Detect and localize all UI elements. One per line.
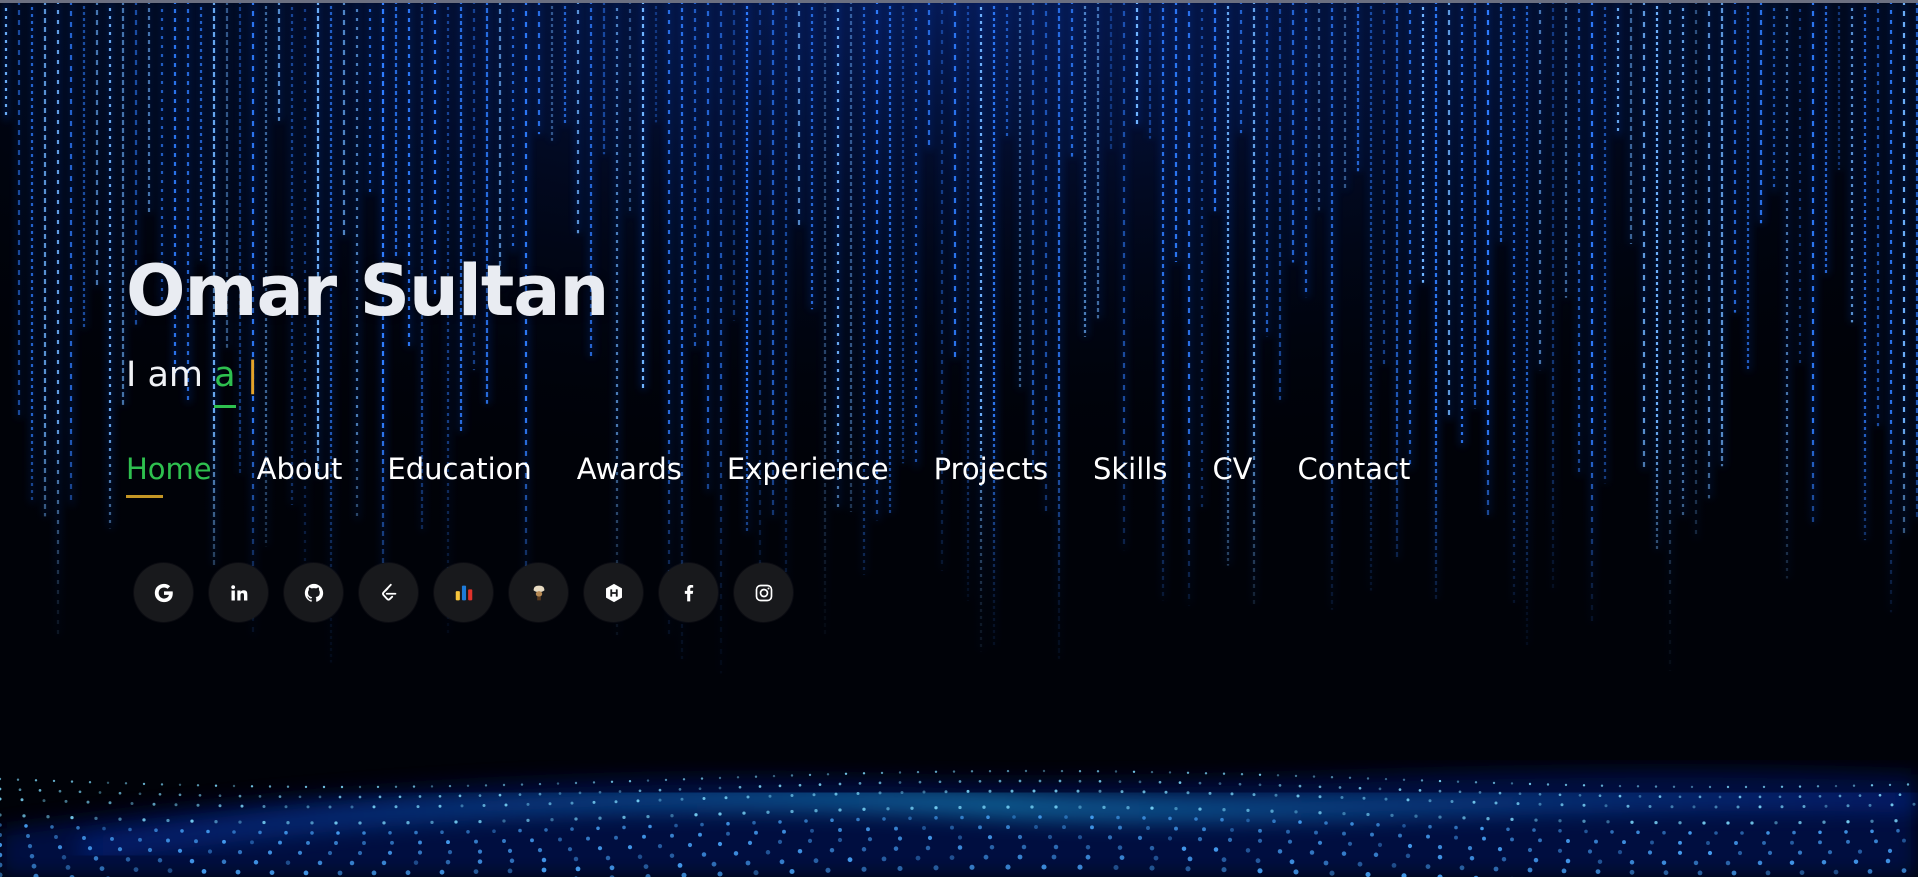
facebook-link[interactable] — [659, 563, 718, 622]
nav-home[interactable]: Home — [126, 452, 212, 498]
github-link[interactable] — [284, 563, 343, 622]
nav-experience[interactable]: Experience — [727, 452, 889, 498]
nav-projects[interactable]: Projects — [934, 452, 1048, 498]
top-border — [0, 0, 1918, 3]
nav-awards[interactable]: Awards — [577, 452, 682, 498]
linkedin-icon — [230, 584, 247, 600]
nav-education[interactable]: Education — [387, 452, 531, 498]
hero-name: Omar Sultan — [126, 250, 609, 332]
google-link[interactable] — [134, 563, 193, 622]
nav-skills[interactable]: Skills — [1093, 452, 1167, 498]
instagram-icon — [755, 584, 772, 601]
nav-cv[interactable]: CV — [1212, 452, 1252, 498]
nav-contact[interactable]: Contact — [1298, 452, 1411, 498]
codechef-link[interactable] — [509, 563, 568, 622]
leetcode-link[interactable] — [359, 563, 418, 622]
google-icon — [154, 583, 173, 602]
instagram-link[interactable] — [734, 563, 793, 622]
hero: Omar Sultan — [126, 250, 609, 332]
tagline-prefix: I am — [126, 355, 215, 395]
github-icon — [304, 583, 323, 602]
codeforces-link[interactable] — [434, 563, 493, 622]
matrix-background — [0, 0, 1918, 877]
facebook-icon — [684, 584, 693, 601]
nav-about[interactable]: About — [257, 452, 343, 498]
hackerrank-icon — [605, 583, 622, 602]
main-nav: Home About Education Awards Experience P… — [126, 452, 1455, 498]
typing-cursor: | — [246, 355, 259, 395]
social-links — [134, 563, 809, 622]
linkedin-link[interactable] — [209, 563, 268, 622]
hackerrank-link[interactable] — [584, 563, 643, 622]
hero-tagline: I am a | — [126, 355, 259, 408]
tagline-typed: a — [214, 355, 236, 408]
leetcode-icon — [381, 583, 396, 601]
codeforces-icon — [455, 585, 472, 600]
codechef-icon — [533, 585, 544, 600]
